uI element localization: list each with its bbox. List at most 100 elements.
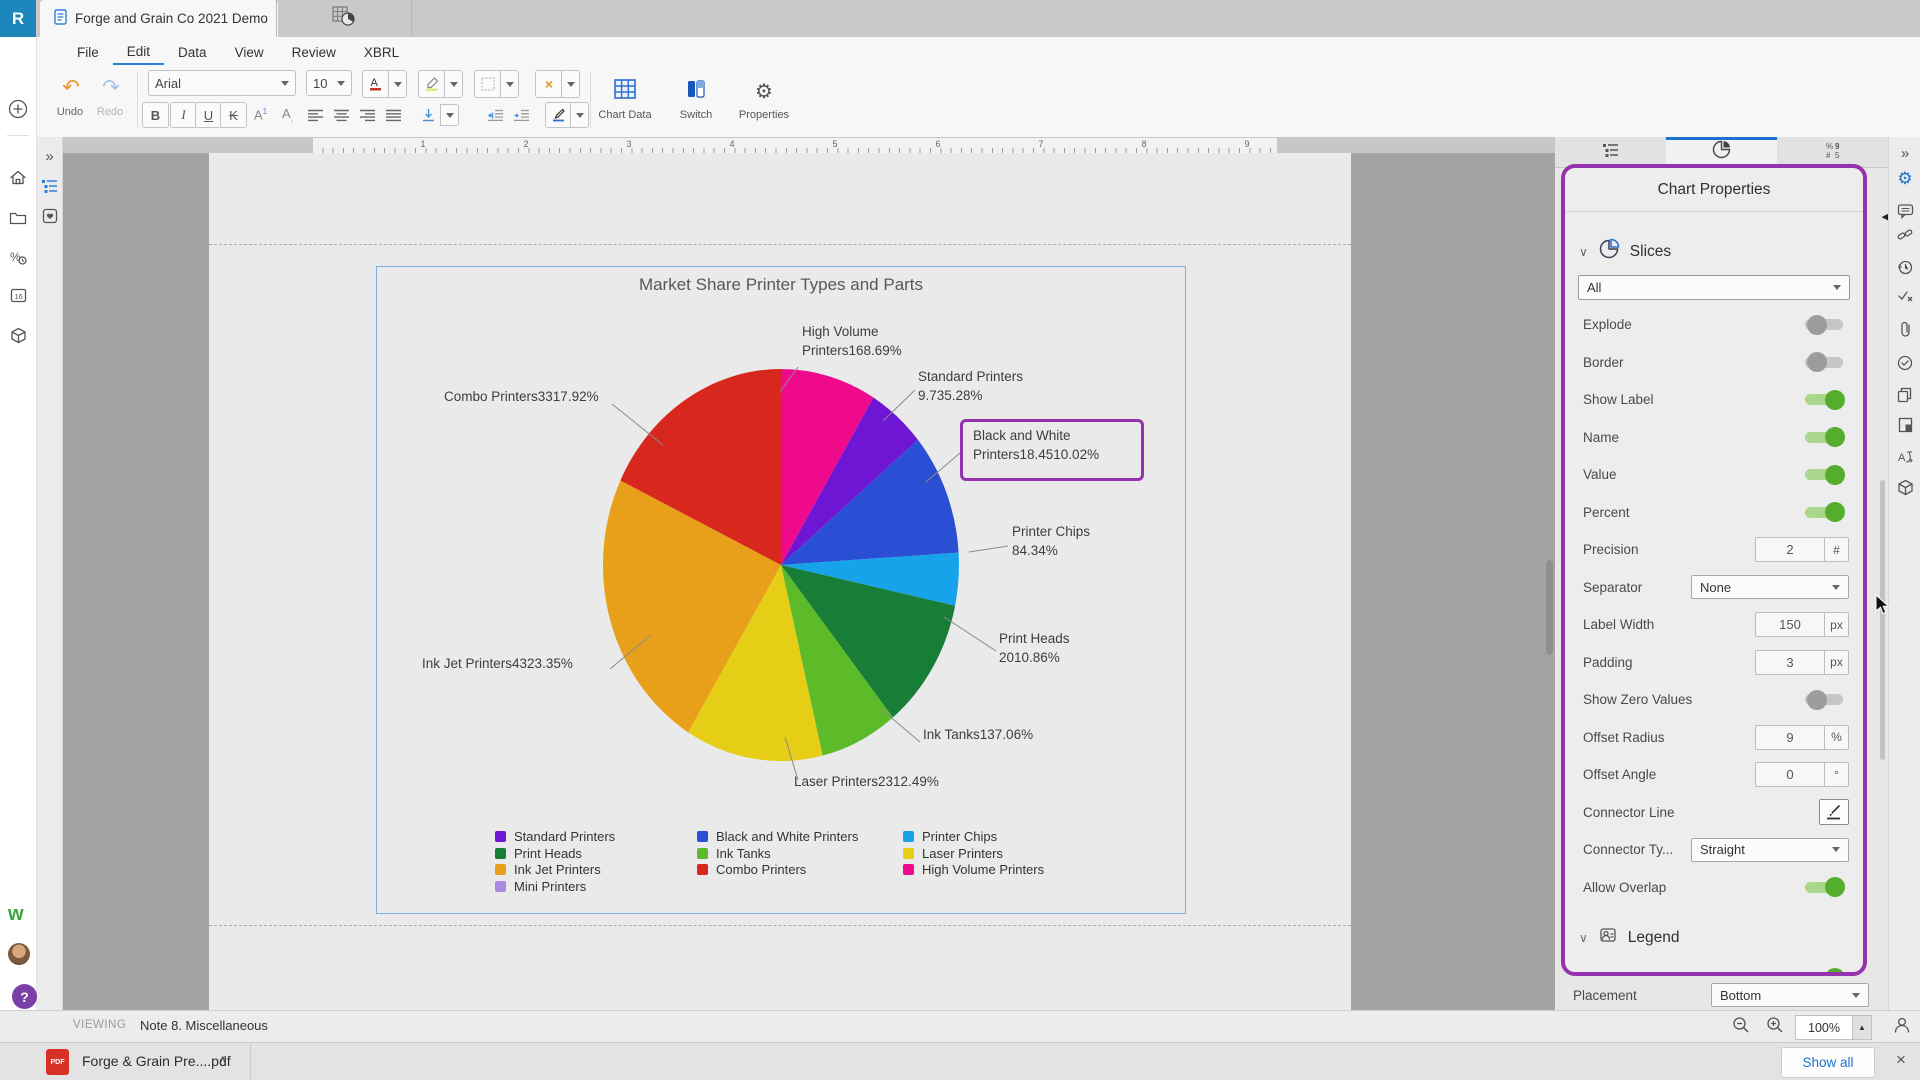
legend-item-standard-printers[interactable]: Standard Printers — [495, 829, 615, 844]
input-precision[interactable]: 2 # — [1755, 537, 1849, 563]
formulas-icon[interactable]: % — [0, 245, 36, 269]
increase-indent-button[interactable] — [508, 102, 535, 128]
input-value[interactable]: 9 — [1756, 726, 1824, 749]
legend-item-mini-printers[interactable]: Mini Printers — [495, 879, 586, 894]
toggle-show-legend[interactable] — [1825, 967, 1845, 972]
files-icon[interactable] — [0, 205, 36, 229]
align-right-button[interactable] — [354, 102, 381, 128]
settings-gear-icon[interactable]: ⚙ — [1889, 167, 1920, 191]
format-painter-button[interactable] — [545, 102, 572, 128]
help-button[interactable]: ? — [12, 984, 37, 1009]
legend-item-ink-tanks[interactable]: Ink Tanks — [697, 846, 771, 861]
legend-item-high-volume-printers[interactable]: High Volume Printers — [903, 862, 1044, 877]
font-color-button[interactable]: A — [362, 70, 390, 98]
person-icon[interactable] — [1893, 1016, 1911, 1039]
dropdown-connector-ty[interactable]: Straight — [1691, 837, 1849, 862]
legend-item-ink-jet-printers[interactable]: Ink Jet Printers — [495, 862, 601, 877]
superscript-button[interactable]: A1 — [247, 102, 274, 128]
legend-item-print-heads[interactable]: Print Heads — [495, 846, 582, 861]
input-value[interactable]: 3 — [1756, 651, 1824, 674]
menu-file[interactable]: File — [63, 40, 113, 64]
slice-selector-dropdown[interactable]: All — [1578, 275, 1850, 300]
align-left-button[interactable] — [302, 102, 329, 128]
data-cube-icon[interactable] — [1889, 475, 1920, 499]
pie-chart[interactable] — [377, 267, 1185, 913]
toggle-value[interactable] — [1805, 464, 1845, 485]
link-icon[interactable] — [1889, 223, 1920, 247]
vertical-align-button[interactable] — [415, 102, 442, 128]
chart-frame[interactable]: Market Share Printer Types and Parts Hig… — [376, 266, 1186, 914]
toggle-show-label[interactable] — [1805, 389, 1845, 410]
clear-format-button[interactable]: × — [535, 70, 563, 98]
dropdown-separator[interactable]: None — [1691, 575, 1849, 600]
align-center-button[interactable] — [328, 102, 355, 128]
zoom-out-icon[interactable] — [1732, 1016, 1750, 1039]
properties-button[interactable]: ⚙ Properties — [732, 72, 796, 128]
show-all-button[interactable]: Show all — [1781, 1047, 1875, 1078]
menu-edit[interactable]: Edit — [112, 39, 165, 65]
legend-item-printer-chips[interactable]: Printer Chips — [903, 829, 997, 844]
comments-icon[interactable] — [1889, 199, 1920, 223]
placement-dropdown[interactable]: Bottom — [1711, 983, 1869, 1007]
menu-data[interactable]: Data — [164, 40, 221, 64]
vertical-align-caret[interactable] — [440, 104, 459, 126]
redo-button[interactable]: ↷ — [90, 69, 132, 105]
menu-view[interactable]: View — [221, 40, 278, 64]
chart-data-button[interactable]: Chart Data — [593, 72, 657, 128]
input-value[interactable]: 0 — [1756, 763, 1824, 786]
section-legend[interactable]: ∨ Legend — [1579, 926, 1849, 949]
input-value[interactable]: 2 — [1756, 538, 1824, 561]
toggle-name[interactable] — [1805, 427, 1845, 448]
attachments-icon[interactable] — [1889, 317, 1920, 341]
align-justify-button[interactable] — [380, 102, 407, 128]
home-icon[interactable] — [0, 165, 36, 189]
section-slices[interactable]: ∨ Slices — [1579, 238, 1849, 265]
packages-icon[interactable] — [0, 323, 36, 347]
subscript-button[interactable]: A, — [274, 102, 301, 128]
borders-button[interactable] — [474, 70, 502, 98]
borders-caret[interactable] — [500, 70, 519, 98]
tab-chart-properties[interactable] — [1666, 137, 1777, 167]
font-family-select[interactable]: Arial — [148, 70, 296, 96]
format-painter-caret[interactable] — [570, 102, 589, 128]
italic-button[interactable]: I — [170, 102, 197, 128]
bookmarks-icon[interactable] — [37, 205, 62, 227]
tab-number-format[interactable]: % 9 #5 — [1777, 137, 1888, 167]
menu-xbrl[interactable]: XBRL — [350, 40, 413, 64]
font-color-caret[interactable] — [388, 70, 407, 98]
legend-item-combo-printers[interactable]: Combo Printers — [697, 862, 806, 877]
input-value[interactable]: 150 — [1756, 613, 1824, 636]
switch-button[interactable]: Switch — [664, 72, 728, 128]
highlight-color-button[interactable] — [418, 70, 446, 98]
toggle-allow-overlap[interactable] — [1805, 877, 1845, 898]
outline-icon[interactable] — [37, 175, 62, 197]
sheet-chart-tab[interactable] — [276, 0, 412, 37]
calendar-icon[interactable]: 16 — [0, 283, 36, 307]
zoom-level-input[interactable]: 100% — [1795, 1015, 1853, 1040]
highlight-color-caret[interactable] — [444, 70, 463, 98]
toggle-border[interactable] — [1805, 352, 1843, 373]
downloaded-file-name[interactable]: Forge & Grain Pre....pdf — [82, 1053, 231, 1069]
panel-scrollbar[interactable] — [1880, 480, 1885, 760]
font-size-select[interactable]: 10 — [306, 70, 352, 96]
decrease-indent-button[interactable] — [482, 102, 509, 128]
bold-button[interactable]: B — [142, 102, 169, 128]
zoom-stepper[interactable]: ▲ — [1852, 1015, 1872, 1040]
selected-label-box[interactable]: Black and White Printers18.4510.02% — [960, 419, 1144, 481]
translate-icon[interactable]: A — [1889, 445, 1920, 469]
add-button[interactable] — [0, 97, 36, 121]
clear-format-caret[interactable] — [561, 70, 580, 98]
legend-item-laser-printers[interactable]: Laser Printers — [903, 846, 1003, 861]
toggle-explode[interactable] — [1805, 314, 1843, 335]
user-avatar[interactable] — [8, 943, 30, 965]
menu-review[interactable]: Review — [278, 40, 350, 64]
toggle-show-zero-values[interactable] — [1805, 689, 1843, 710]
undo-button[interactable]: ↶ — [50, 69, 92, 105]
document-tab[interactable]: Forge and Grain Co 2021 Demo — [40, 0, 278, 37]
expand-strip-button[interactable]: » — [37, 145, 62, 167]
app-logo[interactable]: R — [0, 0, 36, 37]
document-scrollbar[interactable] — [1546, 560, 1553, 655]
close-icon[interactable]: × — [1896, 1050, 1906, 1070]
collapse-panel-icon[interactable]: » — [1889, 141, 1920, 165]
copy-pages-icon[interactable] — [1889, 383, 1920, 407]
